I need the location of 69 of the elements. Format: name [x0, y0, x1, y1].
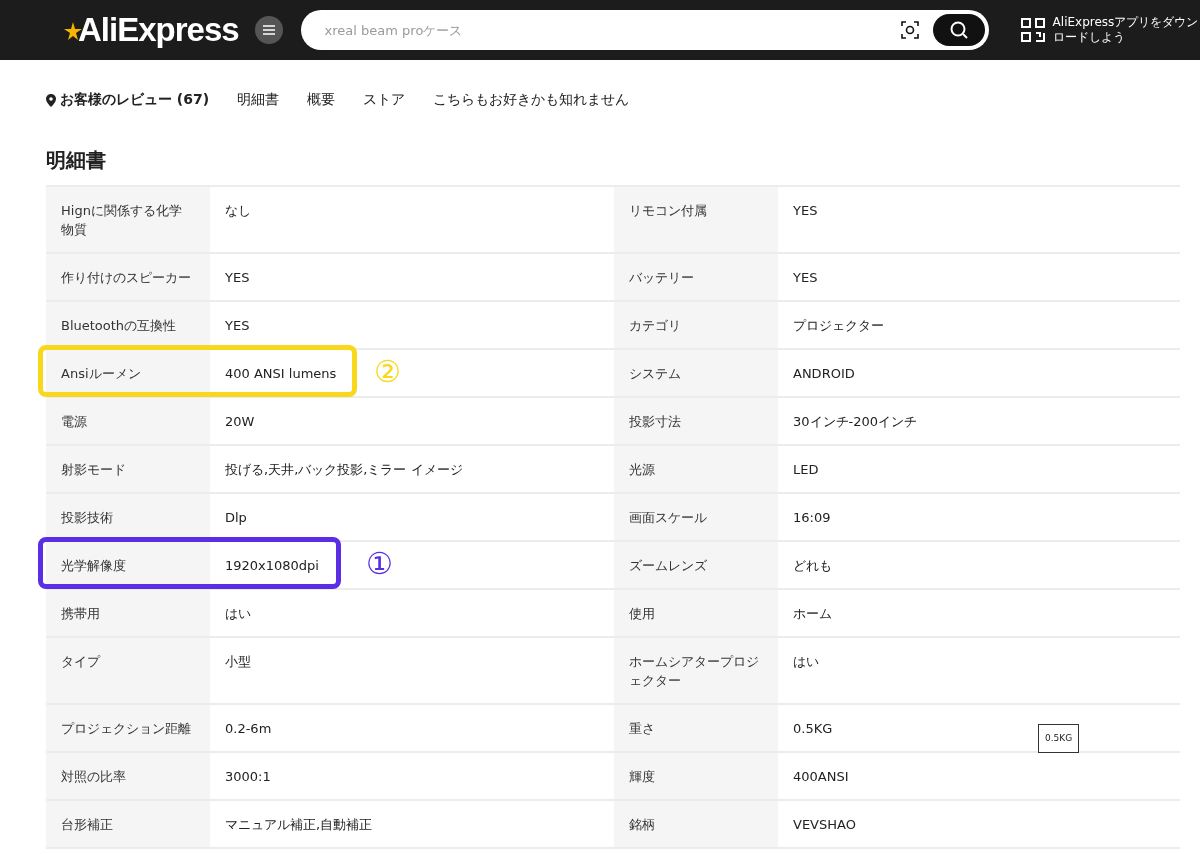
spec-value: YES — [793, 270, 818, 285]
qr-code-icon — [1020, 18, 1045, 42]
section-tab[interactable]: ストア — [363, 91, 406, 109]
spec-label: 電源 — [46, 398, 210, 444]
menu-button[interactable] — [254, 16, 283, 44]
spec-value: どれも — [793, 558, 832, 573]
section-title: 明細書 — [46, 147, 107, 174]
spec-label: 重さ — [614, 705, 778, 751]
spec-value: ホーム — [793, 606, 832, 621]
spec-label: 射影モード — [46, 446, 210, 492]
app-download-link[interactable]: AliExpressアプリをダウン ロードしよう — [1020, 15, 1199, 45]
spec-label: 使用 — [614, 590, 778, 636]
spec-label: ズームレンズ — [614, 542, 778, 588]
spec-label: 対照の比率 — [46, 753, 210, 799]
spec-value: 0.2-6m — [225, 721, 272, 736]
spec-value: 30インチ-200インチ — [793, 414, 918, 429]
spec-value: YES — [225, 270, 250, 285]
spec-value: YES — [793, 203, 818, 218]
spec-label: システム — [614, 350, 778, 396]
spec-label: 輝度 — [614, 753, 778, 799]
spec-value: 400ANSI — [793, 769, 849, 784]
spec-value: VEVSHAO — [793, 817, 856, 832]
search-icon — [948, 20, 969, 40]
spec-label: タイプ — [46, 638, 210, 703]
spec-value: 400 ANSI lumens — [225, 366, 337, 381]
annotation-number: ① — [366, 546, 393, 582]
section-tab[interactable]: 概要 — [307, 91, 336, 109]
spec-value: 投げる,天井,バック投影,ミラー イメージ — [225, 462, 463, 477]
spec-value: 小型 — [225, 654, 251, 669]
spec-value: LED — [793, 462, 819, 477]
annotation-number: ② — [374, 354, 401, 390]
section-tab[interactable]: こちらもお好きかも知れません — [433, 91, 630, 109]
camera-scan-button[interactable] — [900, 21, 919, 39]
section-tab[interactable]: 明細書 — [237, 91, 280, 109]
spec-label: 画面スケール — [614, 494, 778, 540]
spec-label: バッテリー — [614, 254, 778, 300]
spec-value: はい — [793, 654, 819, 669]
spec-value: 16:09 — [793, 510, 831, 525]
spec-label: カテゴリ — [614, 302, 778, 348]
spec-label: Hignに関係する化学物質 — [46, 187, 210, 252]
spec-label: 台形補正 — [46, 801, 210, 847]
aliexpress-logo[interactable]: AliExpress — [64, 11, 239, 49]
spec-value: YES — [225, 318, 250, 333]
spec-label: 光源 — [614, 446, 778, 492]
spec-label: 携帯用 — [46, 590, 210, 636]
spec-value: なし — [225, 203, 251, 218]
spec-label: 投影寸法 — [614, 398, 778, 444]
location-pin-icon — [46, 93, 56, 107]
camera-scan-icon — [900, 21, 919, 39]
spec-value: 20W — [225, 414, 255, 429]
spec-value: Dlp — [225, 510, 247, 525]
spec-value: 0.5KG — [793, 721, 833, 736]
spec-label: リモコン付属 — [614, 187, 778, 252]
menu-icon — [262, 25, 275, 35]
spec-value: 3000:1 — [225, 769, 271, 784]
spec-label: 投影技術 — [46, 494, 210, 540]
spec-value: はい — [225, 606, 251, 621]
spec-label: 作り付けのスピーカー — [46, 254, 210, 300]
tooltip: 0.5KG — [1038, 724, 1080, 753]
spec-value: 1920x1080dpi — [225, 558, 319, 573]
spec-value: マニュアル補正,自動補正 — [225, 817, 373, 832]
spec-label: 銘柄 — [614, 801, 778, 847]
spec-value: ANDROID — [793, 366, 855, 381]
spec-label: ホームシアタープロジェクター — [614, 638, 778, 703]
section-tab[interactable]: お客様のレビュー (67) — [46, 91, 210, 109]
search-field[interactable]: xreal beam proケース — [300, 10, 989, 50]
spec-label: Bluetoothの互換性 — [46, 302, 210, 348]
spec-label: プロジェクション距離 — [46, 705, 210, 751]
spec-value: プロジェクター — [793, 318, 884, 333]
